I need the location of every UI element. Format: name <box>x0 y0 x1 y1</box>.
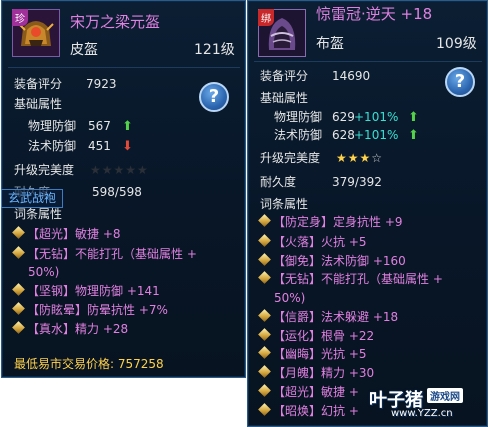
perfection-label: 升级完美度 <box>260 151 321 165</box>
market-price: 最低易市交易价格: 757258 <box>14 357 164 371</box>
diamond-icon <box>258 271 271 284</box>
site-watermark-logo: 叶子猪 游戏网 www.YZZ.cn <box>369 386 487 424</box>
score-label: 装备评分 <box>260 69 309 83</box>
base-attr-title: 基础属性 <box>14 97 63 111</box>
perfection-stars: ★★★☆ <box>336 151 383 166</box>
logo-tag: 游戏网 <box>427 388 463 403</box>
affix-row: 【超光】敏捷 +8 <box>12 226 121 242</box>
arrow-up-icon: ⬆ <box>408 110 419 125</box>
affix-row: 【防定身】定身抗性 +9 <box>258 214 403 230</box>
item-name: 惊雷冠·逆天 +18 <box>316 5 433 23</box>
stars-filled: ★★★ <box>336 151 372 165</box>
affix-row: 【无钻】不能打孔（基础属性 + <box>12 246 197 262</box>
overlay-label: 玄武战袍 <box>1 189 63 208</box>
rarity-badge: 珍 <box>12 9 28 26</box>
durability-value: 379/392 <box>332 175 382 189</box>
arrow-up-icon: ⬆ <box>122 119 133 134</box>
item-type: 皮盔 <box>70 42 98 58</box>
diamond-icon <box>12 321 25 334</box>
mag-def-value: 628 <box>332 128 355 142</box>
mag-def-label: 法术防御 <box>274 128 323 142</box>
phys-def-value: 629 <box>332 110 355 124</box>
divider <box>254 61 482 62</box>
phys-def-bonus: +101% <box>354 110 399 124</box>
affix-row: 【月魄】精力 +30 <box>258 365 374 381</box>
affix-row: 【超光】敏捷 + <box>258 384 359 400</box>
durability-label: 耐久度 <box>260 175 297 189</box>
base-attr-title: 基础属性 <box>260 91 309 105</box>
item-level: 121级 <box>194 42 235 58</box>
diamond-icon <box>258 214 271 227</box>
affix-title: 词条属性 <box>260 197 309 211</box>
item-type: 布盔 <box>316 36 344 52</box>
helmet-icon: 珍 <box>12 9 60 57</box>
diamond-icon <box>258 234 271 247</box>
affix-row-continued: 50%) <box>274 291 306 305</box>
affix-row: 【防眩晕】防晕抗性 +7% <box>12 302 168 318</box>
bound-badge: 绑 <box>258 9 274 26</box>
item-level: 109级 <box>436 36 477 52</box>
mag-def-bonus: +101% <box>354 128 399 142</box>
item-name: 宋万之梁元盔 <box>70 13 161 31</box>
perfection-stars: ★★★★★ <box>90 163 149 177</box>
hood-icon: 绑 <box>258 9 306 57</box>
score-value: 7923 <box>86 77 117 91</box>
divider <box>8 67 240 68</box>
mag-def-label: 法术防御 <box>28 139 77 153</box>
mag-def-value: 451 <box>88 139 111 153</box>
affix-row: 【无钻】不能打孔（基础属性 + <box>258 271 443 287</box>
diamond-icon <box>12 246 25 259</box>
diamond-icon <box>258 403 271 416</box>
stars-empty: ☆ <box>371 151 384 165</box>
durability-value: 598/598 <box>92 185 142 199</box>
affix-row-continued: 50%) <box>28 265 60 279</box>
affix-row: 【信爵】法术躲避 +18 <box>258 309 398 325</box>
phys-def-label: 物理防御 <box>28 119 77 133</box>
diamond-icon <box>12 283 25 296</box>
phys-def-value: 567 <box>88 119 111 133</box>
affix-row: 【幽晦】光抗 +5 <box>258 346 367 362</box>
affix-row: 【御免】法术防御 +160 <box>258 253 406 269</box>
diamond-icon <box>12 302 25 315</box>
item-tooltip-right: 绑 惊雷冠·逆天 +18 布盔 109级 装备评分 14690 ? 基础属性 物… <box>247 0 488 427</box>
affix-row: 【坚钢】物理防御 +141 <box>12 283 160 299</box>
affix-row: 【真水】精力 +28 <box>12 321 128 337</box>
diamond-icon <box>258 346 271 359</box>
help-button[interactable]: ? <box>199 82 229 112</box>
perfection-label: 升级完美度 <box>14 163 75 177</box>
arrow-down-icon: ⬇ <box>122 139 133 154</box>
diamond-icon <box>258 309 271 322</box>
affix-title: 词条属性 <box>14 207 63 221</box>
diamond-icon <box>258 384 271 397</box>
help-button[interactable]: ? <box>445 67 475 97</box>
score-label: 装备评分 <box>14 77 63 91</box>
diamond-icon <box>258 253 271 266</box>
arrow-up-icon: ⬆ <box>408 128 419 143</box>
affix-row: 【运化】根骨 +22 <box>258 328 374 344</box>
score-value: 14690 <box>332 69 371 83</box>
affix-row: 【火落】火抗 +5 <box>258 234 367 250</box>
diamond-icon <box>258 328 271 341</box>
phys-def-label: 物理防御 <box>274 110 323 124</box>
diamond-icon <box>12 226 25 239</box>
logo-url: www.YZZ.cn <box>391 408 453 419</box>
affix-row: 【昭焕】幻抗 + <box>258 403 359 419</box>
diamond-icon <box>258 365 271 378</box>
